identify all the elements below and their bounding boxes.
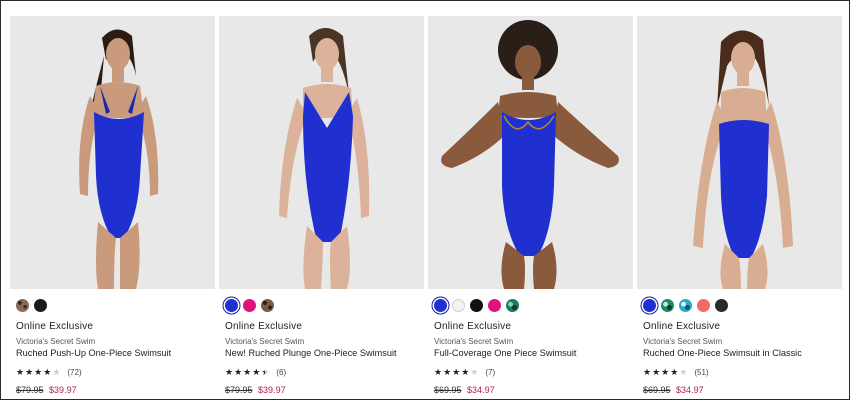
rating-count: (7): [485, 367, 496, 377]
swatch-black[interactable]: [715, 299, 728, 312]
product-grid: Online Exclusive Victoria's Secret Swim …: [10, 16, 842, 401]
product-card[interactable]: Online Exclusive Victoria's Secret Swim …: [428, 16, 633, 401]
star-icon: ★: [225, 367, 234, 377]
star-icon: ★: [643, 367, 652, 377]
product-grid-frame: Online Exclusive Victoria's Secret Swim …: [0, 0, 850, 400]
product-name[interactable]: Full-Coverage One Piece Swimsuit: [434, 348, 576, 358]
product-image[interactable]: [637, 16, 842, 289]
sale-price: $39.97: [258, 385, 286, 395]
star-icon: ★: [470, 367, 479, 377]
swatch-coral[interactable]: [697, 299, 710, 312]
swatch-black[interactable]: [34, 299, 47, 312]
star-icon: ★: [252, 367, 261, 377]
swatch-pink[interactable]: [488, 299, 501, 312]
product-price: $79.95 $39.97: [16, 385, 77, 395]
swatch-black[interactable]: [470, 299, 483, 312]
original-price: $69.95: [643, 385, 671, 395]
rating-count: (51): [694, 367, 709, 377]
swatch-blue[interactable]: [643, 299, 656, 312]
star-icon: ★: [661, 367, 670, 377]
product-card[interactable]: Online Exclusive Victoria's Secret Swim …: [637, 16, 842, 401]
swatch-leopard[interactable]: [261, 299, 274, 312]
star-icon: ★: [443, 367, 452, 377]
original-price: $69.95: [434, 385, 462, 395]
color-swatches: [16, 299, 47, 312]
online-exclusive-badge: Online Exclusive: [643, 321, 721, 332]
product-brand: Victoria's Secret Swim: [225, 337, 305, 346]
swatch-green-tropical[interactable]: [661, 299, 674, 312]
product-price: $69.95 $34.97: [434, 385, 495, 395]
star-icon: ★: [452, 367, 461, 377]
star-icon: ★: [670, 367, 679, 377]
swatch-white[interactable]: [452, 299, 465, 312]
color-swatches: [643, 299, 728, 312]
swatch-blue[interactable]: [225, 299, 238, 312]
star-icon: ★: [243, 367, 252, 377]
product-price: $79.95 $39.97: [225, 385, 286, 395]
product-brand: Victoria's Secret Swim: [643, 337, 723, 346]
online-exclusive-badge: Online Exclusive: [16, 321, 94, 332]
color-swatches: [225, 299, 274, 312]
original-price: $79.95: [16, 385, 44, 395]
product-image[interactable]: [428, 16, 633, 289]
star-icon: ★: [461, 367, 470, 377]
product-rating: ★ ★ ★ ★ ★ (7): [434, 367, 495, 377]
product-price: $69.95 $34.97: [643, 385, 704, 395]
swatch-tropical[interactable]: [506, 299, 519, 312]
rating-count: (72): [67, 367, 82, 377]
product-brand: Victoria's Secret Swim: [16, 337, 96, 346]
star-icon: ★: [34, 367, 43, 377]
original-price: $79.95: [225, 385, 253, 395]
sale-price: $39.97: [49, 385, 77, 395]
sale-price: $34.97: [676, 385, 704, 395]
sale-price: $34.97: [467, 385, 495, 395]
rating-count: (6): [276, 367, 287, 377]
star-icon: ★: [434, 367, 443, 377]
product-rating: ★ ★ ★ ★ ★ (51): [643, 367, 709, 377]
star-icon: ★: [679, 367, 688, 377]
product-brand: Victoria's Secret Swim: [434, 337, 514, 346]
color-swatches: [434, 299, 519, 312]
star-half-icon: ★: [261, 367, 270, 377]
swatch-pink[interactable]: [243, 299, 256, 312]
product-rating: ★ ★ ★ ★ ★ (6): [225, 367, 286, 377]
star-icon: ★: [652, 367, 661, 377]
product-rating: ★ ★ ★ ★ ★ (72): [16, 367, 82, 377]
online-exclusive-badge: Online Exclusive: [434, 321, 512, 332]
product-name[interactable]: Ruched Push-Up One-Piece Swimsuit: [16, 348, 171, 358]
swatch-leopard[interactable]: [16, 299, 29, 312]
product-name[interactable]: New! Ruched Plunge One-Piece Swimsuit: [225, 348, 397, 358]
product-image[interactable]: [10, 16, 215, 289]
swatch-blue[interactable]: [434, 299, 447, 312]
star-icon: ★: [234, 367, 243, 377]
swatch-teal-tropical[interactable]: [679, 299, 692, 312]
product-card[interactable]: Online Exclusive Victoria's Secret Swim …: [10, 16, 215, 401]
star-icon: ★: [25, 367, 34, 377]
star-icon: ★: [43, 367, 52, 377]
product-name[interactable]: Ruched One-Piece Swimsuit in Classic: [643, 348, 802, 358]
product-image[interactable]: [219, 16, 424, 289]
online-exclusive-badge: Online Exclusive: [225, 321, 303, 332]
product-card[interactable]: Online Exclusive Victoria's Secret Swim …: [219, 16, 424, 401]
star-icon: ★: [16, 367, 25, 377]
star-icon: ★: [52, 367, 61, 377]
